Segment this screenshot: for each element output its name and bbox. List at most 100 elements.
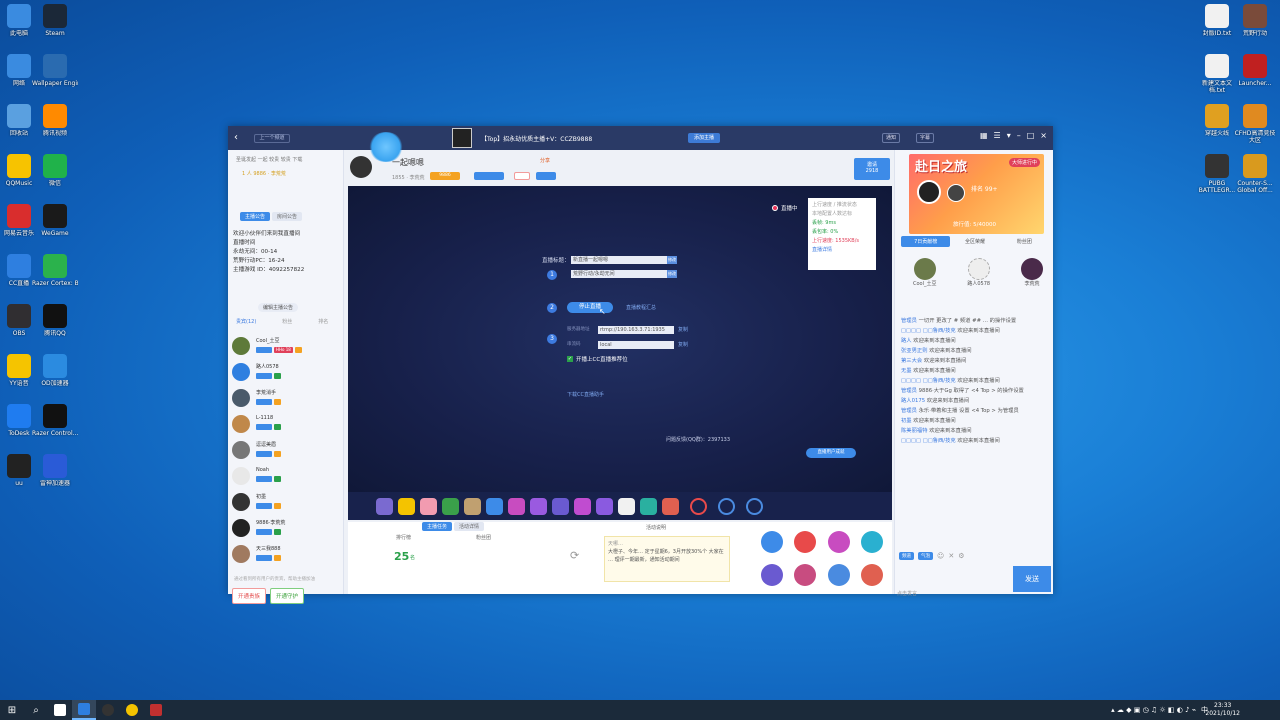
mode-button[interactable]: 气泡	[918, 552, 933, 560]
minimize-icon[interactable]: –	[1017, 131, 1021, 140]
vip-user-row[interactable]: 路人0578	[232, 363, 340, 389]
back-arrow-icon[interactable]: ‹	[234, 132, 238, 143]
share-button[interactable]: 分享	[540, 157, 550, 164]
chat-sender[interactable]: 管理员	[901, 388, 917, 394]
chat-sender[interactable]: 管理员	[901, 318, 917, 324]
recommend-checkbox[interactable]: ✓	[567, 356, 573, 362]
function-item[interactable]	[823, 526, 855, 557]
chat-message[interactable]: 路人0175 欢迎来到本直播间	[901, 396, 1049, 406]
open-noble-button[interactable]: 开通贵族	[232, 588, 267, 604]
gift-icon[interactable]	[508, 497, 525, 515]
gift-icon[interactable]	[596, 497, 613, 515]
tab-fans-club[interactable]: 粉丝团	[1000, 236, 1049, 247]
desktop-icon[interactable]: Launcher...	[1232, 54, 1278, 87]
gift-icon[interactable]	[618, 497, 635, 515]
gift-icon[interactable]	[552, 497, 569, 515]
desktop-icon[interactable]: WeGame	[32, 204, 78, 237]
tab-event-details[interactable]: 活动详情	[454, 522, 485, 531]
function-item[interactable]	[756, 559, 788, 590]
support-button[interactable]: 直播用户成就	[806, 448, 856, 458]
close-icon[interactable]: ×	[1040, 131, 1047, 140]
chat-message[interactable]: □□□□ □□鲁西/技克 欢迎来到本直播间	[901, 326, 1049, 336]
gift-tool-icon[interactable]	[718, 497, 735, 515]
chat-sender[interactable]: 路人0175	[901, 398, 925, 404]
emoji-icon[interactable]: ☺	[937, 552, 944, 560]
invite-button[interactable]: 邀请 2918	[854, 158, 890, 180]
grid-icon[interactable]: ▦	[980, 131, 988, 140]
desktop-icon[interactable]: Counter-S... Global Off...	[1232, 154, 1278, 194]
stop-live-button[interactable]: 停止直播	[567, 302, 613, 313]
chat-message[interactable]: 管理员 一切开 更改了 # 频道 ## … 的操作设置	[901, 316, 1049, 326]
taskbar-app-icon[interactable]	[120, 700, 144, 720]
tab-7day-rank[interactable]: 7日贡献榜	[901, 236, 951, 247]
chat-input[interactable]: 点击发言	[897, 590, 917, 597]
chat-message[interactable]: 张亚男正则 欢迎来到本直播间	[901, 346, 1049, 356]
dropdown-icon[interactable]: ▾	[1007, 131, 1011, 140]
function-item[interactable]	[857, 526, 889, 557]
desktop-icon[interactable]: OD加速器	[32, 354, 78, 387]
chat-sender[interactable]: □□□□ □□鲁西/技克	[901, 438, 956, 444]
refresh-icon[interactable]: ⟳	[570, 549, 579, 562]
download-link[interactable]: 下载CC直播助手	[567, 391, 604, 398]
vip-user-row[interactable]: L-1118	[232, 415, 340, 441]
taskbar-app-icon[interactable]	[72, 700, 96, 720]
function-item[interactable]	[790, 526, 822, 557]
taskbar-clock[interactable]: 23:33 2021/10/12	[1205, 702, 1240, 718]
stream-title-input[interactable]: 新直播一起嗯嗯 修改	[571, 256, 677, 264]
tab-room-notice[interactable]: 房间公告	[272, 212, 303, 221]
desktop-icon[interactable]: 雷神加速器	[32, 454, 78, 487]
maximize-icon[interactable]: □	[1027, 131, 1035, 140]
chat-sender[interactable]: 管理员	[901, 408, 917, 414]
help-link[interactable]: 直播教程汇总	[626, 304, 656, 311]
desktop-icon[interactable]: Razer Cortex: Boost	[32, 254, 78, 287]
fans-badge[interactable]	[536, 172, 556, 180]
gift-icon[interactable]	[376, 497, 393, 515]
server-address-field[interactable]: rtmp://190.163.3.71:1935	[598, 326, 674, 334]
search-icon[interactable]: ⌕	[24, 700, 48, 720]
chat-sender[interactable]: 张亚男正则	[901, 348, 928, 354]
function-item[interactable]	[790, 559, 822, 590]
chat-message[interactable]: 无墨 欢迎来到本直播间	[901, 366, 1049, 376]
event-banner[interactable]: 赴日之旅 大师进行中 排名 99+ 旅行值: 5/40000	[909, 154, 1044, 234]
edit-notice-button[interactable]: 编辑主播公告	[258, 303, 299, 312]
chat-message[interactable]: □□□□ □□鲁西/技克 欢迎来到本直播间	[901, 376, 1049, 386]
open-guard-button[interactable]: 开通守护	[270, 588, 305, 604]
streamer-avatar[interactable]	[350, 156, 372, 178]
vip-user-row[interactable]: 逗逗美眉	[232, 441, 340, 467]
tab-streamer-tasks[interactable]: 主播任务	[422, 522, 453, 531]
function-item[interactable]	[823, 559, 855, 590]
chat-sender[interactable]: □□□□ □□鲁西/技克	[901, 328, 956, 334]
desktop-icon[interactable]: Steam	[32, 4, 78, 37]
chat-sender[interactable]: 初墨	[901, 418, 912, 424]
desktop-icon[interactable]: 腾讯视频	[32, 104, 78, 137]
gift-icon[interactable]	[574, 497, 591, 515]
chat-sender[interactable]: 无墨	[901, 368, 912, 374]
chat-sender[interactable]: 第三大会	[901, 358, 922, 364]
desktop-icon[interactable]: 腾讯QQ	[32, 304, 78, 337]
chat-message[interactable]: 管理员 9886·大于Gg 取得了 <4 Top > 的操作设置	[901, 386, 1049, 396]
gift-tool-icon[interactable]	[690, 497, 707, 515]
category-field[interactable]: 荒野行动/永劫无间 修改	[571, 270, 677, 278]
gift-icon[interactable]	[662, 497, 679, 515]
copy-server-button[interactable]: 复制	[678, 326, 688, 333]
tab-fans[interactable]: 粉丝	[282, 318, 292, 325]
gift-icon[interactable]	[398, 497, 415, 515]
vip-user-row[interactable]: Noah	[232, 467, 340, 493]
desktop-icon[interactable]: CFHD高清竞技大区	[1232, 104, 1278, 144]
tray-icons[interactable]: ▴ ☁ ◆ ▣ ◷ ♫ ☼ ◧ ◐ ♪ ⌁	[1111, 706, 1196, 714]
tab-streamer-notice[interactable]: 主播公告	[240, 212, 271, 221]
top-user-avatar[interactable]	[967, 258, 990, 280]
gift-icon[interactable]	[420, 497, 437, 515]
stream-key-field[interactable]: local	[598, 341, 674, 349]
gift-icon[interactable]	[640, 497, 657, 515]
chat-message[interactable]: □□□□ □□鲁西/技克 欢迎来到本直播间	[901, 436, 1049, 446]
tab-ranking[interactable]: 排名	[318, 318, 328, 325]
send-button[interactable]: 发送	[1013, 566, 1051, 592]
tab-honor[interactable]: 全区荣耀	[950, 236, 999, 247]
gift-tool-icon[interactable]	[746, 497, 763, 515]
top-user-avatar[interactable]	[1020, 258, 1043, 280]
settings-icon[interactable]: ⚙	[958, 552, 964, 560]
taskbar-app-icon[interactable]	[144, 700, 168, 720]
like-badge[interactable]	[514, 172, 530, 180]
chat-message[interactable]: 管理员 永乐·带着和主播 设置 <4 Top > 为管理员	[901, 406, 1049, 416]
